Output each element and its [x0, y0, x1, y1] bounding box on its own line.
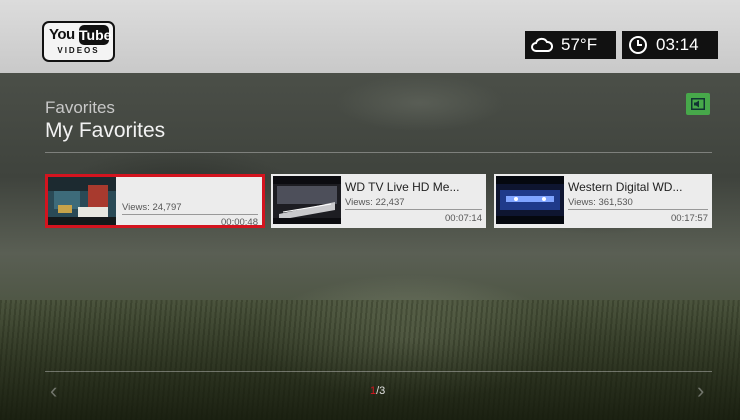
tile-divider [345, 209, 482, 210]
video-views: Views: 24,797 [122, 202, 182, 213]
logo-subtitle: VIDEOS [57, 46, 100, 55]
page-title: My Favorites [45, 119, 166, 142]
video-duration: 00:00:48 [221, 217, 258, 228]
video-thumbnail [48, 177, 116, 225]
video-tile[interactable]: WD TV Live HD Me... Views: 22,437 00:07:… [271, 174, 486, 228]
current-time: 03:14 [656, 35, 699, 54]
temperature: 57°F [561, 35, 598, 54]
divider-top [45, 152, 712, 153]
tile-divider [568, 209, 708, 210]
top-bar: You Tube VIDEOS 57°F 03:14 [0, 0, 740, 73]
breadcrumb: Favorites [45, 98, 115, 117]
youtube-videos-logo: You Tube VIDEOS [42, 21, 115, 62]
next-page-arrow[interactable]: › [697, 378, 704, 404]
video-title: WD TV Live HD Me... [345, 180, 460, 194]
previous-page-arrow[interactable]: ‹ [50, 378, 57, 404]
logo-word-you: You [49, 26, 75, 43]
divider-bottom [45, 371, 712, 372]
video-views: Views: 361,530 [568, 197, 633, 208]
video-tile[interactable]: Western Digital WD... Views: 361,530 00:… [494, 174, 712, 228]
audio-icon [691, 98, 705, 110]
video-tile[interactable]: Views: 24,797 00:00:48 [45, 174, 265, 228]
page-indicator: 1/3 [370, 385, 385, 397]
total-pages: /3 [376, 385, 386, 397]
audio-button[interactable] [686, 93, 710, 115]
clock-widget: 03:14 [622, 31, 718, 59]
background-grass [0, 300, 740, 420]
video-thumbnail [273, 176, 341, 224]
video-thumbnail [496, 176, 564, 224]
clock-icon [629, 36, 647, 54]
cloud-icon [531, 37, 553, 52]
logo-word-tube: Tube [79, 25, 112, 45]
video-views: Views: 22,437 [345, 197, 405, 208]
weather-widget: 57°F [525, 31, 616, 59]
video-title: Western Digital WD... [568, 180, 683, 194]
tile-divider [122, 214, 258, 215]
video-duration: 00:17:57 [671, 213, 708, 224]
video-duration: 00:07:14 [445, 213, 482, 224]
